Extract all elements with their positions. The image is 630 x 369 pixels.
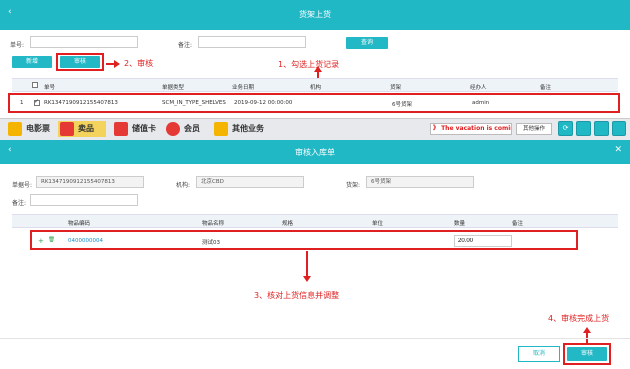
col-header: 业务日期 — [232, 85, 255, 91]
page-title: 货架上货 — [299, 10, 331, 19]
tab-member[interactable]: 会员 — [164, 121, 200, 137]
refresh-icon[interactable]: ⟳ — [558, 121, 573, 136]
step1-arrowhead — [314, 66, 322, 72]
modal-table-header: 物品编码 物品名称 规格 单位 数量 备注 — [12, 214, 618, 228]
col-header: 备注 — [512, 221, 524, 227]
quantity-input[interactable] — [454, 235, 512, 247]
add-button[interactable]: 新增 — [12, 56, 52, 68]
order-input[interactable] — [30, 36, 138, 48]
remark-input[interactable] — [198, 36, 306, 48]
tab-label: 电影票 — [26, 124, 50, 133]
row-date: 2019-09-12 00:00:00 — [234, 100, 293, 106]
step3-arrow — [306, 251, 308, 277]
tab-movie-ticket[interactable]: 电影票 — [6, 121, 50, 137]
delete-row-icon[interactable]: 🗑 — [48, 237, 55, 243]
card-icon — [114, 122, 128, 136]
shelf-label: 货架: — [346, 182, 361, 189]
ticket-icon — [8, 122, 22, 136]
item-name: 测试03 — [202, 240, 220, 246]
org-label: 机构: — [176, 182, 191, 189]
doc-no-field: RK1347190912155407813 — [36, 176, 144, 188]
col-header: 单位 — [372, 221, 384, 227]
col-header: 单号 — [44, 85, 56, 91]
row-index: 1 — [20, 100, 24, 106]
col-header: 机构 — [310, 85, 322, 91]
step3-arrowhead — [303, 276, 311, 282]
settings-icon[interactable] — [576, 121, 591, 136]
cancel-button[interactable]: 取消 — [518, 346, 560, 362]
col-header: 物品编码 — [68, 221, 91, 227]
col-header: 数量 — [454, 221, 466, 227]
step2-arrowhead — [114, 60, 120, 68]
col-header: 备注 — [540, 85, 552, 91]
step3-annotation: 3、核对上货信息并调整 — [254, 291, 340, 300]
other-ops-button[interactable]: 其他操作 — [516, 123, 552, 135]
tab-label: 卖品 — [78, 124, 94, 133]
modal-remark-label: 备注: — [12, 200, 27, 207]
add-row-icon[interactable]: + — [38, 237, 44, 245]
table-row[interactable]: 1 RK1347190912155407813 SCM_IN_TYPE_SHEL… — [8, 93, 620, 113]
audit-button[interactable]: 审核 — [60, 56, 100, 68]
doc-no-label: 单据号: — [12, 182, 33, 189]
item-code-link[interactable]: 0400000004 — [68, 238, 103, 244]
modal-header: ‹ 审核入库单 ✕ — [0, 140, 630, 164]
select-all-checkbox[interactable] — [32, 82, 38, 88]
tab-label: 其他业务 — [232, 124, 264, 133]
order-label: 单号: — [10, 42, 25, 49]
power-icon[interactable] — [612, 121, 626, 136]
tab-concessions[interactable]: 卖品 — [58, 121, 106, 137]
remark-label: 备注: — [178, 42, 193, 49]
org-field: 北京CBD — [196, 176, 304, 188]
table-row[interactable]: + 🗑 0400000004 测试03 — [30, 230, 578, 250]
close-icon[interactable]: ✕ — [614, 145, 622, 155]
step4-arrowhead — [583, 327, 591, 333]
search-button[interactable]: 查询 — [346, 37, 388, 49]
popcorn-icon — [60, 122, 74, 136]
tab-label: 会员 — [184, 124, 200, 133]
step2-annotation: 2、审核 — [124, 59, 154, 68]
row-operator: admin — [472, 100, 490, 106]
row-shelf: 6号货架 — [392, 102, 412, 108]
announcement-marquee: 》 The vacation is coming — [430, 123, 512, 135]
row-type: SCM_IN_TYPE_SHELVES — [162, 100, 226, 106]
footer-divider — [0, 338, 630, 339]
lock-icon[interactable] — [594, 121, 609, 136]
col-header: 规格 — [282, 221, 294, 227]
confirm-audit-button[interactable]: 审核 — [567, 347, 607, 361]
col-header: 单据类型 — [162, 85, 185, 91]
shelf-field: 6号货架 — [366, 176, 474, 188]
col-header: 货架 — [390, 85, 402, 91]
tab-other-business[interactable]: 其他业务 — [212, 121, 264, 137]
col-header: 经办人 — [470, 85, 487, 91]
table-header: 单号 单据类型 业务日期 机构 货架 经办人 备注 — [12, 78, 618, 92]
heart-icon — [166, 122, 180, 136]
briefcase-icon — [214, 122, 228, 136]
step1-annotation: 1、勾选上货记录 — [278, 60, 340, 69]
modal-title: 审核入库单 — [295, 148, 335, 157]
modal-remark-input[interactable] — [30, 194, 138, 206]
page-header: ‹ 货架上货 — [0, 0, 630, 30]
row-checkbox[interactable] — [34, 98, 40, 106]
tab-stored-card[interactable]: 储值卡 — [112, 121, 156, 137]
step4-annotation: 4、审核完成上货 — [548, 314, 610, 323]
row-order: RK1347190912155407813 — [44, 100, 118, 106]
tab-label: 储值卡 — [132, 124, 156, 133]
col-header: 物品名称 — [202, 221, 225, 227]
